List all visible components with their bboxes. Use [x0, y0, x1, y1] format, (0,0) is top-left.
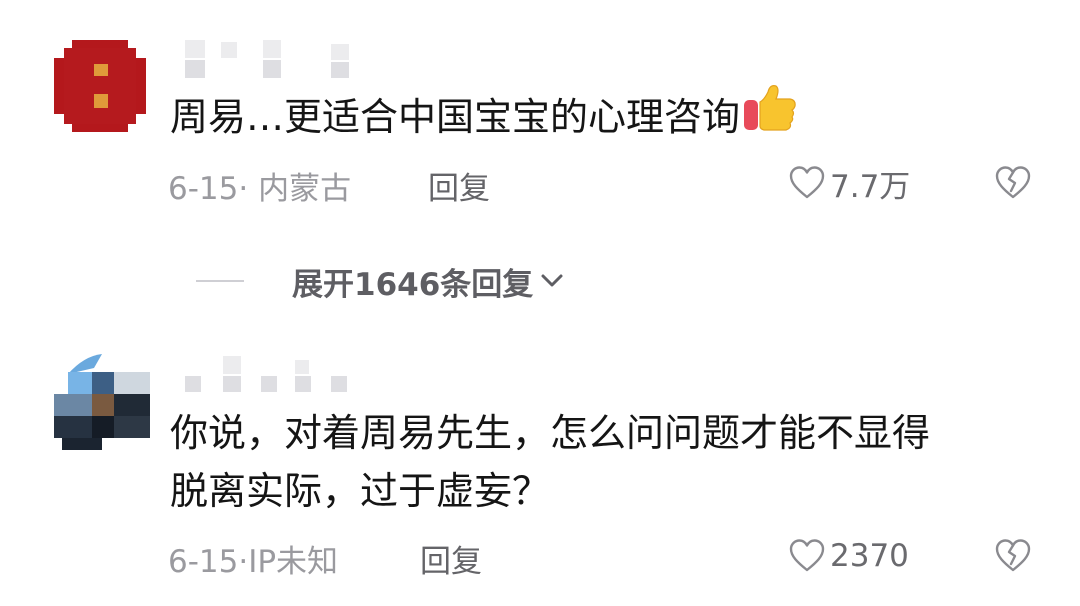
- avatar[interactable]: [54, 40, 146, 132]
- reply-button[interactable]: 回复: [420, 536, 482, 581]
- chevron-down-icon: [541, 274, 563, 287]
- comment-meta: 6-15· 内蒙古: [168, 171, 352, 207]
- username-blurred[interactable]: [185, 356, 365, 396]
- expand-replies-button[interactable]: 展开1646条回复: [196, 256, 567, 306]
- divider: [196, 280, 244, 282]
- comment-text-line: 脱离实际，过于虚妄？: [170, 469, 551, 513]
- comment-text-line: 周易…更适合中国宝宝的心理咨询: [170, 95, 741, 139]
- comment-meta: 6-15·IP未知: [168, 544, 339, 580]
- heart-icon: [789, 166, 825, 199]
- like-count: 7.7万: [830, 168, 911, 205]
- broken-heart-icon[interactable]: [994, 164, 1032, 202]
- like-button[interactable]: 7.7万: [788, 163, 911, 205]
- like-count: 2370: [830, 538, 909, 574]
- username-blurred[interactable]: [185, 40, 365, 80]
- comment-text: 周易…更适合中国宝宝的心理咨询: [170, 84, 798, 150]
- thumbs-up-icon: [742, 82, 798, 150]
- comment-text: 你说，对着周易先生，怎么问问题才能不显得 脱离实际，过于虚妄？: [170, 404, 930, 520]
- avatar[interactable]: [54, 354, 150, 450]
- reply-button[interactable]: 回复: [428, 163, 490, 208]
- comment-text-line: 你说，对着周易先生，怎么问问题才能不显得: [170, 411, 931, 455]
- avatar-image: [54, 40, 146, 132]
- like-button[interactable]: 2370: [788, 536, 909, 576]
- expand-replies-label: 展开1646条回复: [292, 266, 534, 303]
- heart-icon: [789, 539, 825, 572]
- avatar-image: [54, 354, 150, 450]
- broken-heart-icon[interactable]: [994, 537, 1032, 575]
